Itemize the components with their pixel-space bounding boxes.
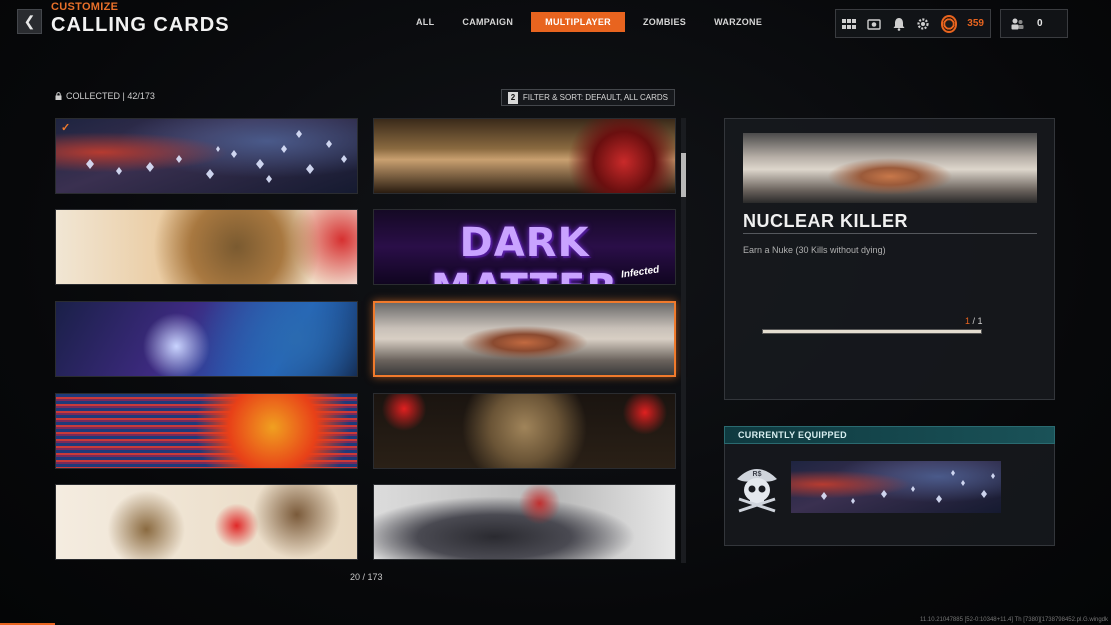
calling-card-skull-gunfire[interactable] [55,209,358,285]
pirate-skull-emblem-icon[interactable]: R$ [731,461,783,513]
calling-card-soldier-rifle[interactable] [373,393,676,469]
tab-zombies[interactable]: ZOMBIES [629,12,700,32]
scrollbar-thumb[interactable] [681,153,686,197]
camera-icon[interactable] [867,16,882,32]
divider [743,233,1037,234]
tab-all[interactable]: ALL [402,12,448,32]
calling-card-diamonds[interactable]: ✓ [55,118,358,194]
player-level: 359 [967,18,984,29]
progress-label: 1 / 1 [965,316,983,326]
filter-sort-button[interactable]: 2 FILTER & SORT: DEFAULT, ALL CARDS [501,89,675,106]
prestige-badge-icon[interactable] [940,14,958,33]
tab-multiplayer[interactable]: MULTIPLAYER [531,12,625,32]
friends-count: 0 [1037,18,1043,29]
card-detail-image [743,133,1037,203]
back-button[interactable]: ❮ [17,9,42,34]
diamonds-art [86,130,347,183]
tab-campaign[interactable]: CAMPAIGN [448,12,527,32]
category-tabs: ALL CAMPAIGN MULTIPLAYER ZOMBIES WARZONE [402,12,776,32]
calling-card-flaming-skull-rifle[interactable] [55,393,358,469]
friends-panel[interactable]: 0 [1000,9,1068,38]
calling-card-nuclear-killer[interactable] [373,301,676,377]
page-title: CALLING CARDS [51,14,230,36]
currently-equipped-header: CURRENTLY EQUIPPED [724,426,1055,444]
build-id: 11.10.21047885 [52-0:10348+11.4] Th [738… [920,617,1108,623]
diamonds-art [821,470,995,504]
lock-icon [55,92,62,100]
card-detail-panel: NUCLEAR KILLER Earn a Nuke (30 Kills wit… [724,118,1055,400]
calling-card-anime-girl[interactable] [373,484,676,560]
progress-total: 1 [977,316,983,326]
calling-card-helmets-splatter[interactable] [55,484,358,560]
filter-key-hint: 2 [508,91,518,104]
gear-icon[interactable] [916,16,931,32]
grid-icon[interactable] [842,16,857,32]
equipped-calling-card [791,461,1001,513]
bell-icon[interactable] [891,16,906,32]
pagination: 20 / 173 [350,572,383,582]
progress-separator: / [970,316,978,326]
card-detail-description: Earn a Nuke (30 Kills without dying) [743,245,886,255]
card-detail-name: NUCLEAR KILLER [743,211,908,231]
calling-card-skeleton-soldier[interactable] [55,301,358,377]
friends-icon [1009,16,1025,32]
collected-text: COLLECTED | 42/173 [66,91,155,101]
topbar-icons: 359 [835,9,991,38]
calling-card-red-eye-soldier[interactable] [373,118,676,194]
tab-warzone[interactable]: WARZONE [700,12,776,32]
filter-sort-label: FILTER & SORT: DEFAULT, ALL CARDS [522,93,668,102]
calling-card-dark-matter[interactable]: DARK MATTER Infected [373,209,676,285]
chevron-left-icon: ❮ [23,13,36,29]
collected-count: COLLECTED | 42/173 [55,91,155,101]
progress-fill [763,330,981,333]
progress-bar [762,329,982,334]
breadcrumb: CUSTOMIZE [51,1,119,13]
svg-text:R$: R$ [753,471,762,478]
